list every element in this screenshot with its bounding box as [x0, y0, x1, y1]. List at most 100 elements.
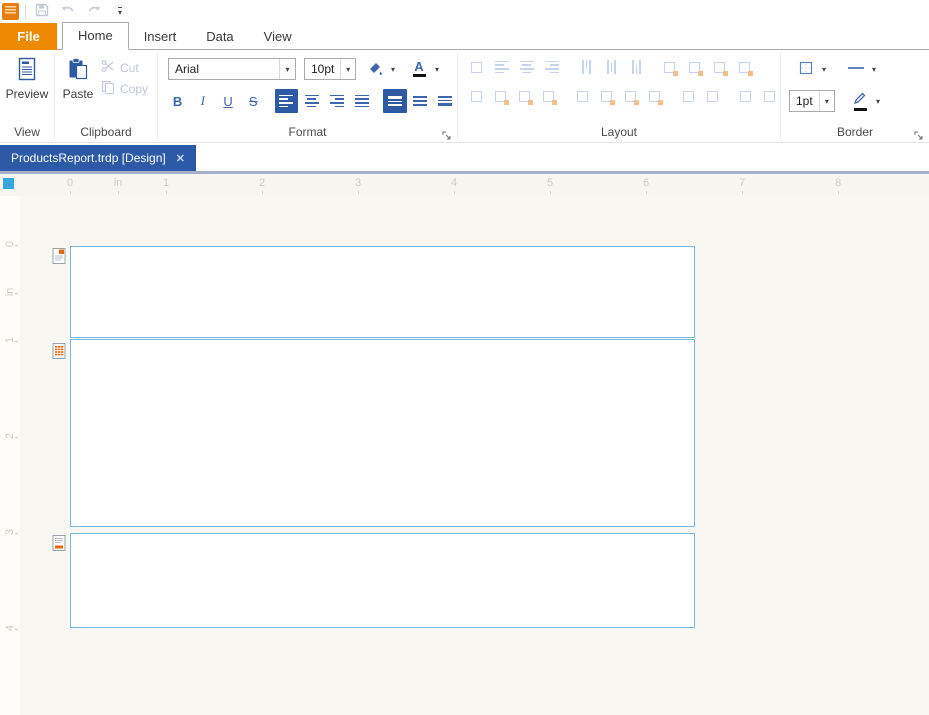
remove-horizontal-spacing-button[interactable] — [539, 86, 559, 107]
tab-insert[interactable]: Insert — [129, 24, 192, 50]
redo-button[interactable] — [84, 1, 104, 21]
cut-icon — [101, 59, 115, 76]
chevron-down-icon[interactable]: ▾ — [430, 65, 444, 74]
ribbon-group-format: Arial ▾ 10pt ▾ ▾ A — [158, 50, 457, 142]
send-to-back-button[interactable] — [760, 86, 780, 107]
decrease-horizontal-spacing-button[interactable] — [515, 86, 535, 107]
bold-button[interactable]: B — [166, 89, 189, 113]
valign-bottom-button[interactable] — [434, 89, 457, 113]
fit-height-button[interactable] — [684, 57, 705, 78]
detail-icon[interactable] — [52, 342, 66, 360]
valign-top-icon — [388, 96, 402, 106]
grow-to-fit-button[interactable] — [709, 57, 730, 78]
chevron-down-icon[interactable]: ▾ — [817, 65, 831, 74]
background-color-button[interactable] — [364, 57, 386, 81]
close-icon[interactable]: ✕ — [176, 152, 185, 165]
decrease-vertical-spacing-button[interactable] — [621, 86, 641, 107]
valign-top-button[interactable] — [383, 89, 406, 113]
format-dialog-launcher[interactable] — [442, 128, 452, 138]
ruler-mark: in — [4, 282, 16, 302]
tab-view[interactable]: View — [249, 24, 307, 50]
underline-button[interactable]: U — [216, 89, 239, 113]
horizontal-ruler: 0in12345678 — [0, 174, 929, 196]
strikethrough-button[interactable]: S — [242, 89, 265, 113]
align-centers-button[interactable] — [516, 57, 537, 78]
ribbon-group-view: Preview View — [0, 50, 54, 142]
center-in-container-button[interactable] — [466, 57, 487, 78]
group-label-layout: Layout — [458, 125, 780, 142]
border-style-icon-button[interactable] — [845, 57, 867, 81]
remove-vertical-spacing-button[interactable] — [645, 86, 665, 107]
bring-to-front-button[interactable] — [736, 86, 756, 107]
border-color-split-button: ▾ — [849, 89, 885, 113]
copy-icon — [101, 80, 115, 97]
align-rights-button[interactable] — [541, 57, 562, 78]
page-footer-icon[interactable] — [52, 534, 66, 552]
ruler-mark: 3 — [355, 177, 361, 189]
align-bottoms-button[interactable] — [625, 57, 646, 78]
same-height-button[interactable] — [572, 86, 592, 107]
font-size-combo[interactable]: 10pt ▾ — [304, 58, 356, 80]
chevron-down-icon[interactable]: ▾ — [279, 59, 295, 79]
chevron-down-icon[interactable]: ▾ — [871, 97, 885, 106]
ruler-mark: 5 — [547, 177, 553, 189]
cut-button[interactable]: Cut — [101, 59, 148, 76]
align-right-button[interactable] — [325, 89, 348, 113]
detail-section[interactable] — [70, 339, 695, 527]
border-color-button[interactable] — [849, 89, 871, 113]
font-color-button[interactable]: A — [408, 57, 430, 81]
page-header-icon[interactable] — [52, 247, 66, 265]
border-width-combo[interactable]: 1pt ▾ — [789, 90, 835, 112]
ruler-mark: 1 — [4, 330, 16, 350]
copy-button[interactable]: Copy — [101, 80, 148, 97]
paste-label: Paste — [63, 87, 94, 101]
border-style-split-button: ▾ — [845, 57, 881, 81]
align-center-button[interactable] — [300, 89, 323, 113]
ruler-tick — [646, 191, 647, 194]
page-footer-section[interactable] — [70, 533, 695, 628]
undo-button[interactable] — [58, 1, 78, 21]
align-to-grid-button[interactable] — [678, 86, 698, 107]
border-dialog-launcher[interactable] — [914, 128, 924, 138]
border-select-split-button: ▾ — [795, 57, 831, 81]
chevron-down-icon[interactable]: ▾ — [340, 59, 355, 79]
save-button[interactable] — [32, 1, 52, 21]
align-left-icon — [279, 95, 293, 107]
increase-vertical-spacing-button[interactable] — [596, 86, 616, 107]
chevron-down-icon[interactable]: ▾ — [819, 91, 834, 111]
strikethrough-icon: S — [249, 94, 258, 109]
tab-data[interactable]: Data — [191, 24, 248, 50]
ruler-mark: 3 — [4, 522, 16, 542]
align-middles-button[interactable] — [600, 57, 621, 78]
file-tab[interactable]: File — [0, 23, 57, 50]
align-lefts-button[interactable] — [491, 57, 512, 78]
font-name-combo[interactable]: Arial ▾ — [168, 58, 296, 80]
increase-horizontal-spacing-icon — [495, 91, 506, 102]
tab-home[interactable]: Home — [62, 22, 129, 50]
align-justify-button[interactable] — [350, 89, 373, 113]
same-width-button[interactable] — [466, 86, 486, 107]
page-header-section[interactable] — [70, 246, 695, 338]
size-to-grid-button[interactable] — [702, 86, 722, 107]
document-tab[interactable]: ProductsReport.trdp [Design] ✕ — [0, 145, 196, 171]
chevron-down-icon: ▾ — [118, 7, 122, 16]
border-select-button[interactable] — [795, 57, 817, 81]
ruler-tick — [838, 191, 839, 194]
app-logo-icon[interactable] — [2, 3, 19, 20]
valign-middle-button[interactable] — [409, 89, 432, 113]
preview-button[interactable]: Preview — [0, 50, 54, 101]
fit-width-button[interactable] — [659, 57, 680, 78]
shrink-to-fit-button[interactable] — [734, 57, 755, 78]
line-style-icon — [846, 60, 866, 79]
customize-quick-access-button[interactable]: ▾ — [110, 1, 130, 21]
increase-horizontal-spacing-button[interactable] — [490, 86, 510, 107]
ruler-origin-square[interactable] — [3, 178, 14, 189]
group-label-clipboard: Clipboard — [55, 125, 157, 142]
italic-button[interactable]: I — [191, 89, 214, 113]
align-left-button[interactable] — [275, 89, 298, 113]
chevron-down-icon[interactable]: ▾ — [386, 65, 400, 74]
paste-button[interactable]: Paste — [55, 50, 101, 101]
chevron-down-icon[interactable]: ▾ — [867, 65, 881, 74]
ruler-mark: 0 — [67, 177, 73, 189]
align-tops-button[interactable] — [575, 57, 596, 78]
